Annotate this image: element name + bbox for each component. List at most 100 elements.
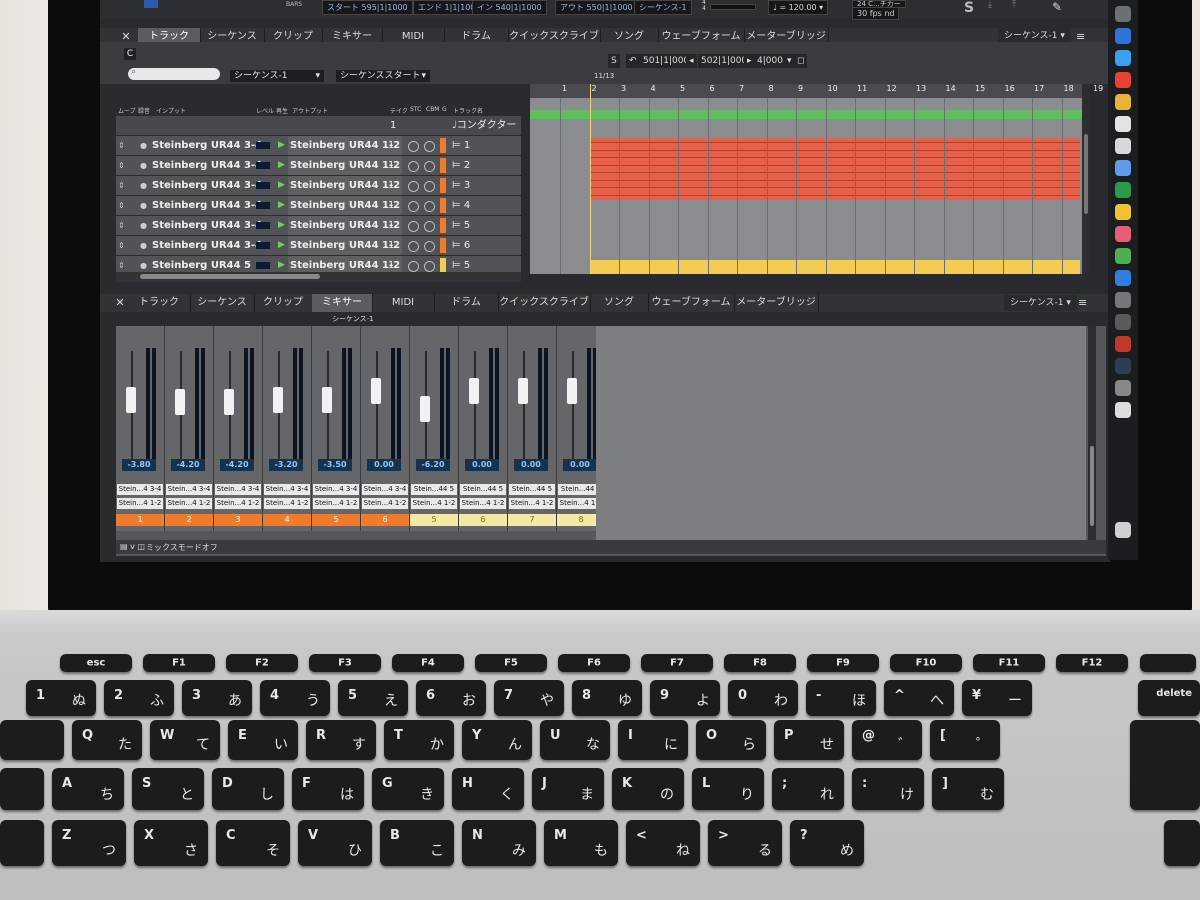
channel-output[interactable]: Stein...4 1-2 bbox=[313, 498, 359, 509]
tab-8[interactable]: ウェーブフォーム bbox=[648, 294, 735, 312]
channel-output[interactable]: Stein...4 1-2 bbox=[264, 498, 310, 509]
key-9[interactable]: 0わ bbox=[728, 680, 798, 716]
record-arm-icon[interactable]: ● bbox=[140, 236, 147, 255]
tab-6[interactable]: クイックスクライブ bbox=[498, 294, 591, 312]
control-key[interactable] bbox=[0, 768, 44, 810]
key-8[interactable]: Oら bbox=[696, 720, 766, 760]
key-12[interactable]: ¥ ー bbox=[962, 680, 1032, 716]
tempo-display[interactable]: ♩ = 120.00 ▾ bbox=[768, 0, 829, 15]
dock-app-icon[interactable] bbox=[1115, 358, 1131, 374]
key-11[interactable]: ] む bbox=[932, 768, 1004, 810]
function-key[interactable]: F3 bbox=[309, 654, 381, 672]
channel-number[interactable]: 3 bbox=[214, 514, 262, 526]
dock-app-icon[interactable] bbox=[1115, 248, 1131, 264]
stc-toggle-icon[interactable] bbox=[408, 261, 419, 272]
start-display[interactable]: スタート 595|1|1000 bbox=[322, 0, 413, 15]
s-button[interactable]: S bbox=[608, 54, 620, 68]
channel-number[interactable]: 1 bbox=[116, 514, 164, 526]
tab-4[interactable]: MIDI bbox=[372, 294, 435, 312]
channel-number[interactable]: 6 bbox=[361, 514, 409, 526]
key-1[interactable]: 2ふ bbox=[104, 680, 174, 716]
delete-key[interactable]: delete bbox=[1138, 680, 1200, 716]
close-mixer-icon[interactable]: ✕ bbox=[112, 294, 128, 312]
volume-readout[interactable]: -3.50 bbox=[318, 459, 352, 471]
download-icon[interactable]: ⤓ bbox=[988, 0, 992, 10]
track-input[interactable]: Steinberg UR44 3-4 bbox=[152, 156, 262, 175]
key-4[interactable]: Gき bbox=[372, 768, 444, 810]
channel-output[interactable]: Stein...4 1-2 bbox=[166, 498, 212, 509]
stc-toggle-icon[interactable] bbox=[408, 221, 419, 232]
key-7[interactable]: < ね bbox=[626, 820, 700, 866]
mute-toggle-icon[interactable]: ⇕ bbox=[118, 236, 125, 255]
function-key[interactable]: F4 bbox=[392, 654, 464, 672]
position-1[interactable]: 501|1|000 bbox=[640, 54, 689, 68]
play-icon[interactable]: ▶ bbox=[278, 176, 285, 195]
dock-app-icon[interactable] bbox=[1115, 116, 1131, 132]
channel-number[interactable]: 5 bbox=[312, 514, 360, 526]
key-7[interactable]: Iに bbox=[618, 720, 688, 760]
key-6[interactable]: 7や bbox=[494, 680, 564, 716]
function-key[interactable]: F1 bbox=[143, 654, 215, 672]
key-5[interactable]: Yん bbox=[462, 720, 532, 760]
power-key[interactable] bbox=[1140, 654, 1196, 672]
stc-toggle-icon[interactable] bbox=[408, 141, 419, 152]
dock-app-icon[interactable] bbox=[1115, 292, 1131, 308]
position-slider[interactable] bbox=[710, 4, 756, 10]
key-8[interactable]: Lり bbox=[692, 768, 764, 810]
key-6[interactable]: Mも bbox=[544, 820, 618, 866]
track-name[interactable]: ⊨ 6 bbox=[452, 236, 470, 255]
cbm-toggle-icon[interactable] bbox=[424, 221, 435, 232]
volume-readout[interactable]: -4.20 bbox=[220, 459, 254, 471]
timeline-scrollbar[interactable] bbox=[1082, 84, 1090, 274]
key-1[interactable]: Xさ bbox=[134, 820, 208, 866]
key-6[interactable]: Jま bbox=[532, 768, 604, 810]
track-input[interactable]: Steinberg UR44 3-4 bbox=[152, 216, 262, 235]
shift-key[interactable] bbox=[0, 820, 44, 866]
key-9[interactable]: ; れ bbox=[772, 768, 844, 810]
key-2[interactable]: Dし bbox=[212, 768, 284, 810]
volume-readout[interactable]: 0.00 bbox=[465, 459, 499, 471]
track-list-scrollbar[interactable] bbox=[116, 272, 521, 282]
function-key[interactable]: F8 bbox=[724, 654, 796, 672]
track-row[interactable]: ⇕ ● Steinberg UR44 3-4 ▶ Steinberg UR44 1-2 1… bbox=[116, 156, 521, 176]
function-key[interactable]: F11 bbox=[973, 654, 1045, 672]
key-3[interactable]: Fは bbox=[292, 768, 364, 810]
cbm-toggle-icon[interactable] bbox=[424, 261, 435, 272]
record-arm-icon[interactable]: ● bbox=[140, 136, 147, 155]
key-1[interactable]: Sと bbox=[132, 768, 204, 810]
mixer-scrollbar[interactable] bbox=[1088, 326, 1096, 540]
mixer-menu-icon[interactable]: ≡ bbox=[1078, 294, 1087, 312]
track-output[interactable]: Steinberg UR44 1-2 bbox=[288, 196, 403, 215]
mute-toggle-icon[interactable]: ⇕ bbox=[118, 156, 125, 175]
mute-toggle-icon[interactable]: ⇕ bbox=[118, 136, 125, 155]
track-input[interactable]: Steinberg UR44 3-4 bbox=[152, 136, 262, 155]
trash-icon[interactable] bbox=[1115, 522, 1131, 538]
cbm-toggle-icon[interactable] bbox=[424, 201, 435, 212]
return-key[interactable] bbox=[1130, 720, 1200, 810]
track-name[interactable]: ⊨ 5 bbox=[452, 216, 470, 235]
key-6[interactable]: Uな bbox=[540, 720, 610, 760]
channel-fader[interactable] bbox=[469, 378, 479, 404]
upload-icon[interactable]: ⤒ bbox=[1012, 0, 1016, 10]
key-9[interactable]: ? め bbox=[790, 820, 864, 866]
track-row[interactable]: ⇕ ● Steinberg UR44 3-4 ▶ Steinberg UR44 1-2 1… bbox=[116, 216, 521, 236]
function-key[interactable]: F10 bbox=[890, 654, 962, 672]
dock-app-icon[interactable] bbox=[1115, 50, 1131, 66]
key-5[interactable]: Hく bbox=[452, 768, 524, 810]
volume-readout[interactable]: 0.00 bbox=[514, 459, 548, 471]
key-11[interactable]: ^ へ bbox=[884, 680, 954, 716]
cbm-toggle-icon[interactable] bbox=[424, 241, 435, 252]
arrange-timeline[interactable] bbox=[530, 98, 1082, 274]
in-display[interactable]: イン 540|1|1000 bbox=[472, 0, 547, 15]
key-8[interactable]: 9よ bbox=[650, 680, 720, 716]
dock-app-icon[interactable] bbox=[1115, 402, 1131, 418]
volume-readout[interactable]: -4.20 bbox=[171, 459, 205, 471]
position-dropdown-icon[interactable]: ▾ bbox=[784, 54, 795, 68]
track-output[interactable]: Steinberg UR44 1-2 bbox=[288, 136, 403, 155]
tab-2[interactable]: クリップ bbox=[254, 294, 313, 312]
channel-fader[interactable] bbox=[175, 388, 185, 415]
track-take[interactable]: 1 bbox=[388, 136, 394, 155]
track-name[interactable]: ⊨ 1 bbox=[452, 136, 470, 155]
mixer-scroll-thumb[interactable] bbox=[1090, 446, 1094, 526]
record-arm-icon[interactable]: ● bbox=[140, 196, 147, 215]
